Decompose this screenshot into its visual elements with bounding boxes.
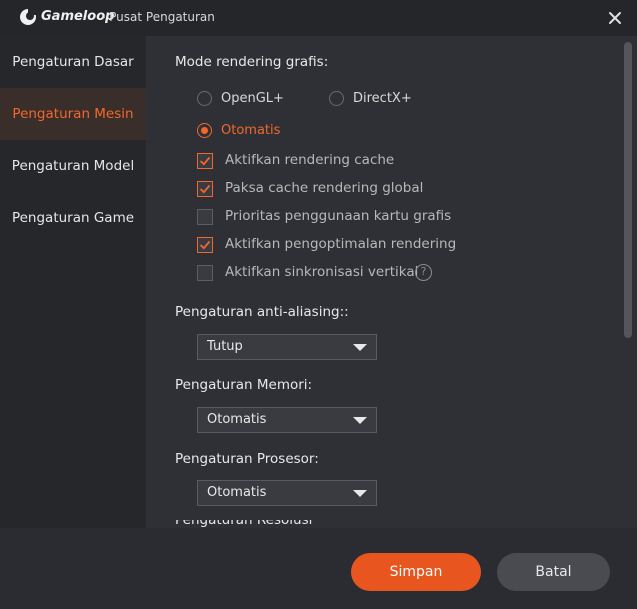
sidebar-item-label: Pengaturan Model (11, 158, 135, 174)
processor-value: Otomatis (207, 485, 267, 500)
help-icon[interactable]: ? (415, 264, 432, 281)
antialias-select[interactable]: Tutup (197, 334, 377, 360)
sidebar-item-engine[interactable]: Pengaturan Mesin (0, 88, 146, 140)
checkbox-gpu-priority-label: Prioritas penggunaan kartu grafis (225, 208, 452, 224)
checkbox-render-cache-label: Aktifkan rendering cache (225, 152, 395, 168)
rendering-mode-label: Mode rendering grafis: (175, 54, 329, 70)
window-title: - Pusat Pengaturan (101, 10, 215, 24)
checkbox-vsync-label: Aktifkan sinkronisasi vertikal (225, 264, 419, 280)
sidebar: Pengaturan Dasar Pengaturan Mesin Pengat… (0, 36, 146, 528)
antialias-value: Tutup (207, 339, 243, 354)
dropdown-arrow-icon (353, 344, 367, 351)
gameloop-logo-icon (20, 8, 37, 25)
check-icon (199, 184, 211, 194)
checkbox-global-cache-label: Paksa cache rendering global (225, 180, 424, 196)
sidebar-item-model[interactable]: Pengaturan Model (0, 140, 146, 192)
radio-opengl-label: OpenGL+ (221, 91, 284, 106)
radio-auto-label: Otomatis (221, 123, 281, 138)
radio-directx-label: DirectX+ (353, 91, 412, 106)
memory-label: Pengaturan Memori: (175, 377, 313, 393)
radio-auto[interactable] (197, 123, 212, 138)
radio-directx[interactable] (329, 91, 344, 106)
checkbox-render-cache[interactable] (197, 153, 213, 169)
sidebar-item-basic[interactable]: Pengaturan Dasar (0, 36, 146, 88)
checkbox-global-cache[interactable] (197, 181, 213, 197)
check-icon (199, 156, 211, 166)
scrollbar[interactable] (624, 42, 632, 338)
sidebar-item-game[interactable]: Pengaturan Game (0, 192, 146, 244)
title-bar: Gameloop - Pusat Pengaturan (0, 0, 637, 36)
close-icon[interactable] (606, 9, 624, 27)
resolution-label-cutoff: Pengaturan Resolusi (175, 520, 312, 528)
sidebar-item-label: Pengaturan Game (11, 210, 135, 226)
memory-value: Otomatis (207, 412, 267, 427)
radio-opengl[interactable] (197, 91, 212, 106)
sidebar-item-label: Pengaturan Mesin (12, 106, 134, 122)
dropdown-arrow-icon (353, 490, 367, 497)
checkbox-render-optimize[interactable] (197, 237, 213, 253)
antialias-label: Pengaturan anti-aliasing:: (175, 304, 349, 320)
checkbox-gpu-priority[interactable] (197, 209, 213, 225)
cancel-button[interactable]: Batal (497, 553, 610, 591)
sidebar-item-label: Pengaturan Dasar (12, 54, 134, 70)
checkbox-vsync[interactable] (197, 265, 213, 281)
memory-select[interactable]: Otomatis (197, 407, 377, 433)
resolution-label: Pengaturan Resolusi (175, 520, 313, 528)
dropdown-arrow-icon (353, 417, 367, 424)
save-button[interactable]: Simpan (351, 553, 481, 591)
check-icon (199, 240, 211, 250)
processor-select[interactable]: Otomatis (197, 480, 377, 506)
checkbox-render-optimize-label: Aktifkan pengoptimalan rendering (225, 236, 457, 252)
processor-label: Pengaturan Prosesor: (175, 451, 319, 467)
